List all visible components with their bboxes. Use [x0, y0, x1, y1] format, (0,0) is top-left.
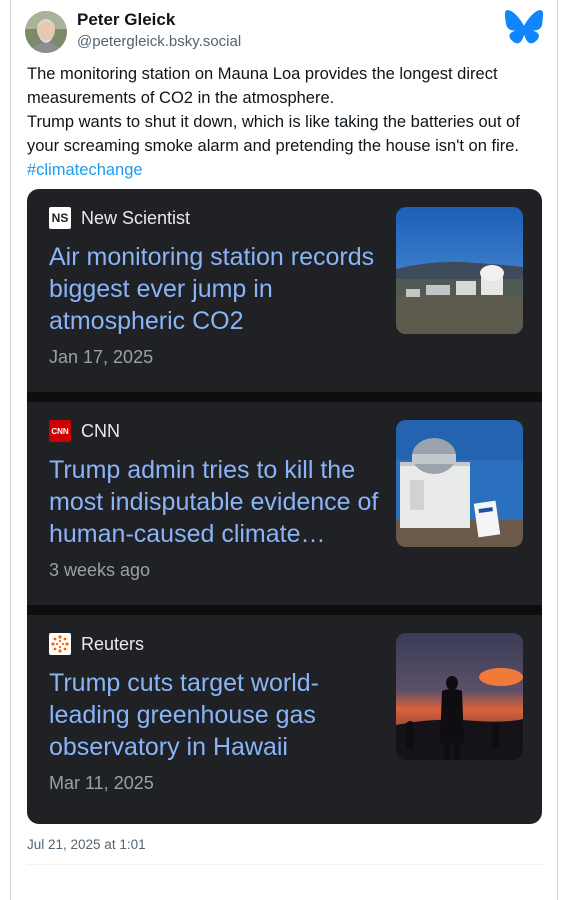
news-item[interactable]: NS New Scientist Air monitoring station … — [27, 189, 542, 392]
post-text-line: The monitoring station on Mauna Loa prov… — [27, 65, 498, 107]
news-embed: NS New Scientist Air monitoring station … — [27, 189, 542, 824]
news-thumbnail-sunset-silhouette[interactable] — [396, 633, 523, 760]
post-text: The monitoring station on Mauna Loa prov… — [27, 62, 539, 182]
divider — [27, 605, 542, 615]
news-headline[interactable]: Trump cuts target world-leading greenhou… — [49, 667, 379, 763]
divider — [27, 392, 542, 402]
news-headline[interactable]: Trump admin tries to kill the most indis… — [49, 454, 379, 550]
post-text-line: Trump wants to shut it down, which is li… — [27, 113, 520, 155]
cnn-logo-icon: CNN — [49, 420, 71, 442]
bluesky-butterfly-icon[interactable] — [504, 10, 544, 44]
post-timestamp[interactable]: Jul 21, 2025 at 1:01 — [27, 837, 146, 852]
news-date: 3 weeks ago — [49, 560, 151, 580]
news-headline[interactable]: Air monitoring station records biggest e… — [49, 241, 379, 337]
reuters-logo-icon — [49, 633, 71, 655]
author-name[interactable]: Peter Gleick — [77, 10, 175, 30]
news-thumbnail-station-dome[interactable] — [396, 420, 523, 547]
news-item[interactable]: Reuters Trump cuts target world-leading … — [27, 615, 542, 818]
divider — [27, 864, 542, 865]
news-thumbnail-observatory[interactable] — [396, 207, 523, 334]
news-source: CNN — [81, 420, 120, 441]
hashtag-link[interactable]: #climatechange — [27, 161, 143, 179]
news-source: Reuters — [81, 633, 145, 654]
news-date: Jan 17, 2025 — [49, 347, 154, 367]
avatar[interactable] — [25, 11, 67, 53]
news-source: New Scientist — [81, 207, 191, 228]
news-item[interactable]: CNN CNN Trump admin tries to kill the mo… — [27, 402, 542, 605]
author-handle[interactable]: @petergleick.bsky.social — [77, 33, 241, 50]
news-date: Mar 11, 2025 — [49, 773, 154, 793]
new-scientist-logo-icon: NS — [49, 207, 71, 229]
